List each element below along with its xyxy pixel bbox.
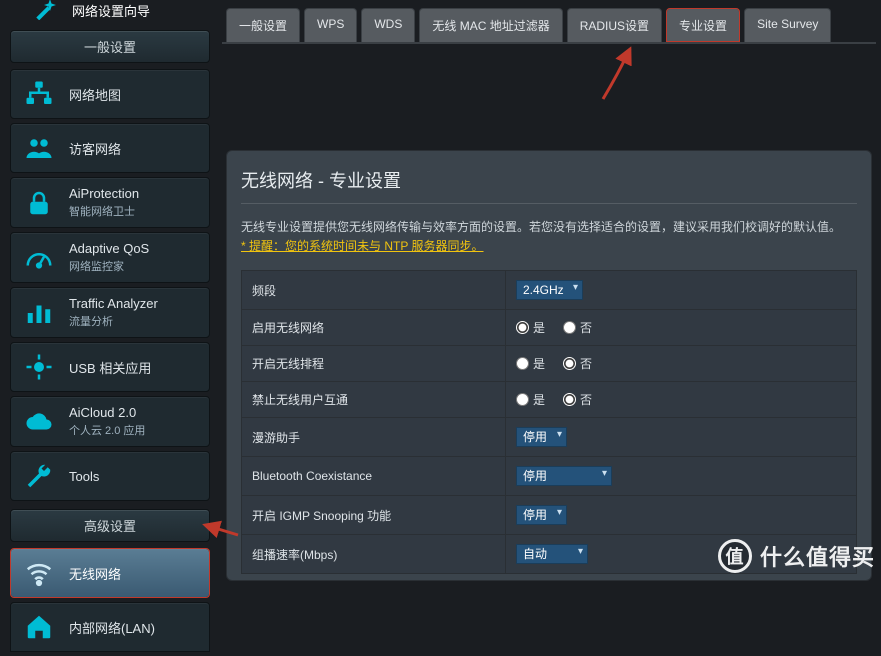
tab-radius[interactable]: RADIUS设置 bbox=[567, 8, 662, 42]
ntp-warning-link[interactable]: * 提醒：您的系统时间未与 NTP 服务器同步。 bbox=[241, 239, 483, 253]
wrench-icon bbox=[23, 460, 55, 492]
radio-no[interactable]: 否 bbox=[563, 319, 592, 336]
sidebar-item-label: AiProtection bbox=[69, 186, 139, 201]
gauge-icon bbox=[23, 242, 55, 274]
sidebar-item-label: 无线网络 bbox=[69, 564, 121, 583]
row-wireless-schedule: 开启无线排程 是 否 bbox=[242, 346, 857, 382]
sidebar-item-guest-network[interactable]: 访客网络 bbox=[10, 123, 210, 173]
sidebar-section-advanced: 高级设置 bbox=[10, 509, 210, 542]
multicast-select[interactable]: 自动 bbox=[516, 544, 588, 564]
tab-wps[interactable]: WPS bbox=[304, 8, 357, 42]
radio-yes[interactable]: 是 bbox=[516, 319, 545, 336]
cloud-icon bbox=[23, 406, 55, 438]
sidebar-item-traffic[interactable]: Traffic Analyzer 流量分析 bbox=[10, 287, 210, 338]
sidebar-item-label: 访客网络 bbox=[69, 139, 121, 158]
sidebar-item-label: 网络设置向导 bbox=[72, 1, 150, 20]
sidebar-item-network-map[interactable]: 网络地图 bbox=[10, 69, 210, 119]
settings-panel: 无线网络 - 专业设置 无线专业设置提供您无线网络传输与效率方面的设置。若您没有… bbox=[226, 150, 872, 581]
watermark: 值 什么值得买 bbox=[718, 539, 875, 573]
wand-icon bbox=[30, 0, 60, 20]
panel-title: 无线网络 - 专业设置 bbox=[241, 167, 857, 203]
tab-professional[interactable]: 专业设置 bbox=[666, 8, 740, 42]
sidebar-item-sublabel: 智能网络卫士 bbox=[69, 203, 139, 219]
sidebar-item-qos[interactable]: Adaptive QoS 网络监控家 bbox=[10, 232, 210, 283]
row-label: 开启无线排程 bbox=[242, 346, 506, 382]
row-label: Bluetooth Coexistance bbox=[242, 457, 506, 496]
row-bluetooth: Bluetooth Coexistance 停用 bbox=[242, 457, 857, 496]
sidebar-item-label: USB 相关应用 bbox=[69, 358, 151, 377]
radio-yes[interactable]: 是 bbox=[516, 391, 545, 408]
row-label: 启用无线网络 bbox=[242, 310, 506, 346]
igmp-select[interactable]: 停用 bbox=[516, 505, 567, 525]
row-ap-isolate: 禁止无线用户互通 是 否 bbox=[242, 382, 857, 418]
row-label: 频段 bbox=[242, 271, 506, 310]
panel-warning: * 提醒：您的系统时间未与 NTP 服务器同步。 bbox=[241, 239, 483, 253]
row-label: 开启 IGMP Snooping 功能 bbox=[242, 496, 506, 535]
radio-yes[interactable]: 是 bbox=[516, 355, 545, 372]
tab-wds[interactable]: WDS bbox=[361, 8, 415, 42]
sidebar-item-usb[interactable]: USB 相关应用 bbox=[10, 342, 210, 392]
sidebar-item-aiprotection[interactable]: AiProtection 智能网络卫士 bbox=[10, 177, 210, 228]
bars-icon bbox=[23, 297, 55, 329]
sidebar-item-label: Traffic Analyzer bbox=[69, 296, 158, 311]
sidebar-item-label: AiCloud 2.0 bbox=[69, 405, 136, 420]
sidebar-item-label: 网络地图 bbox=[69, 85, 121, 104]
annotation-arrow-tab bbox=[598, 44, 638, 104]
panel-description: 无线专业设置提供您无线网络传输与效率方面的设置。若您没有选择适合的设置，建议采用… bbox=[241, 203, 857, 262]
tab-bar: 一般设置 WPS WDS 无线 MAC 地址过滤器 RADIUS设置 专业设置 … bbox=[222, 0, 876, 44]
sidebar-item-lan[interactable]: 内部网络(LAN) bbox=[10, 602, 210, 652]
settings-table: 频段 2.4GHz 启用无线网络 是 否 开启无线排程 是 否 禁止无线用户互通 bbox=[241, 270, 857, 574]
sidebar-section-general: 一般设置 bbox=[10, 30, 210, 63]
plug-icon bbox=[23, 351, 55, 383]
watermark-text: 什么值得买 bbox=[760, 540, 875, 572]
tab-site-survey[interactable]: Site Survey bbox=[744, 8, 831, 42]
sidebar-item-label: Tools bbox=[69, 469, 99, 484]
row-label: 禁止无线用户互通 bbox=[242, 382, 506, 418]
row-igmp: 开启 IGMP Snooping 功能 停用 bbox=[242, 496, 857, 535]
sidebar-item-wireless[interactable]: 无线网络 bbox=[10, 548, 210, 598]
sidebar: 网络设置向导 一般设置 网络地图 访客网络 AiProtection 智能网络卫士… bbox=[10, 0, 210, 656]
row-band: 频段 2.4GHz bbox=[242, 271, 857, 310]
sidebar-item-sublabel: 流量分析 bbox=[69, 313, 158, 329]
sidebar-item-sublabel: 个人云 2.0 应用 bbox=[69, 422, 145, 438]
sidebar-item-aicloud[interactable]: AiCloud 2.0 个人云 2.0 应用 bbox=[10, 396, 210, 447]
wifi-icon bbox=[23, 557, 55, 589]
home-icon bbox=[23, 611, 55, 643]
row-enable-wireless: 启用无线网络 是 否 bbox=[242, 310, 857, 346]
main-area: 一般设置 WPS WDS 无线 MAC 地址过滤器 RADIUS设置 专业设置 … bbox=[222, 0, 876, 581]
tab-general[interactable]: 一般设置 bbox=[226, 8, 300, 42]
sidebar-item-label: Adaptive QoS bbox=[69, 241, 149, 256]
tab-mac-filter[interactable]: 无线 MAC 地址过滤器 bbox=[419, 8, 562, 42]
sidebar-item-tools[interactable]: Tools bbox=[10, 451, 210, 501]
radio-no[interactable]: 否 bbox=[563, 391, 592, 408]
row-label: 漫游助手 bbox=[242, 418, 506, 457]
lock-icon bbox=[23, 187, 55, 219]
row-roaming: 漫游助手 停用 bbox=[242, 418, 857, 457]
roaming-select[interactable]: 停用 bbox=[516, 427, 567, 447]
watermark-badge: 值 bbox=[718, 539, 752, 573]
row-label: 组播速率(Mbps) bbox=[242, 535, 506, 574]
radio-no[interactable]: 否 bbox=[563, 355, 592, 372]
guest-network-icon bbox=[23, 132, 55, 164]
bluetooth-select[interactable]: 停用 bbox=[516, 466, 612, 486]
band-select[interactable]: 2.4GHz bbox=[516, 280, 583, 300]
sidebar-item-label: 内部网络(LAN) bbox=[69, 618, 155, 637]
sidebar-item-sublabel: 网络监控家 bbox=[69, 258, 149, 274]
sidebar-item-wizard[interactable]: 网络设置向导 bbox=[10, 0, 210, 30]
network-map-icon bbox=[23, 78, 55, 110]
